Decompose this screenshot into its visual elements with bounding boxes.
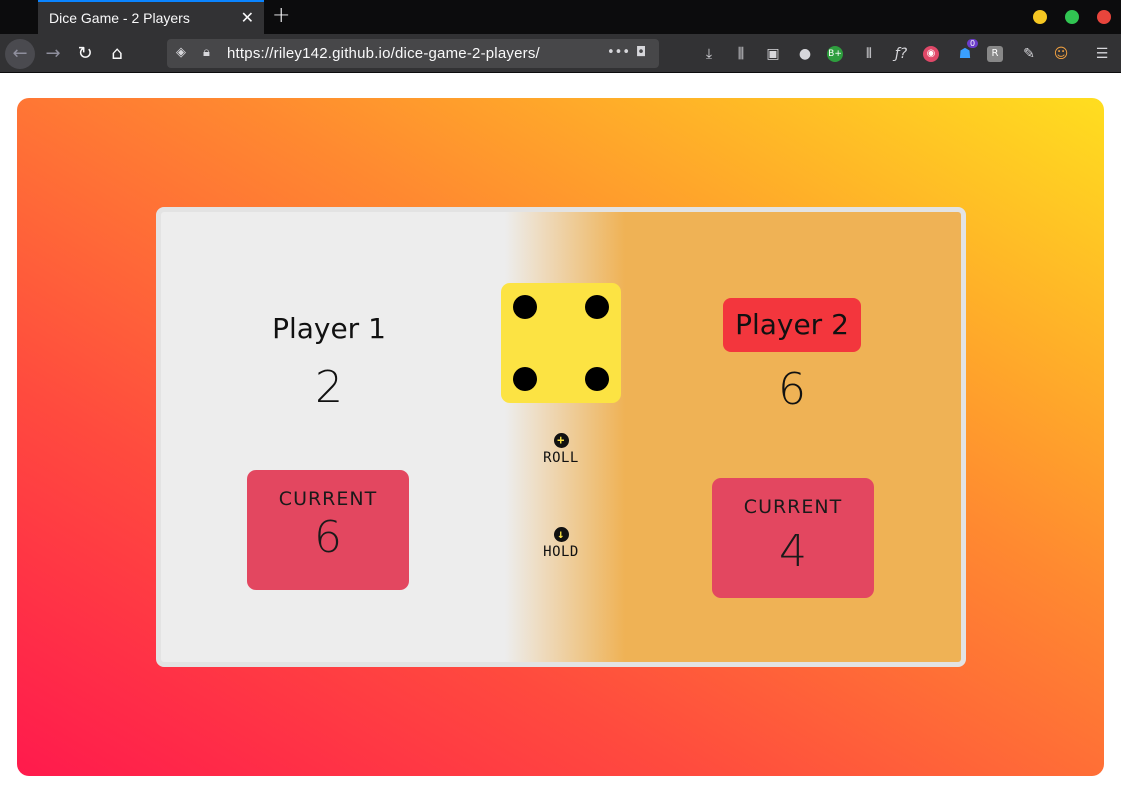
lock-icon[interactable]: 🔒︎: [203, 45, 210, 60]
shield-icon[interactable]: ◈: [176, 45, 186, 60]
menu-icon[interactable]: ☰: [1092, 44, 1112, 64]
forward-button[interactable]: →: [38, 39, 68, 69]
player-1-total-score: 2: [315, 362, 343, 413]
extension-pen-icon[interactable]: ✎: [1019, 44, 1039, 64]
roll-label: ROLL: [543, 450, 579, 466]
download-icon[interactable]: ⤓: [699, 44, 719, 64]
player-2-current-label: CURRENT: [743, 496, 843, 518]
tab-bar: Dice Game - 2 Players ✕ +: [0, 0, 1121, 34]
hold-button[interactable]: ↓ HOLD: [521, 527, 601, 560]
dice-pip: [585, 295, 609, 319]
library-icon[interactable]: ⫼: [731, 44, 751, 64]
game-board: Player 1 2 CURRENT 6 + ROLL ↓ HOLD Playe…: [156, 207, 966, 667]
dice-pip: [513, 295, 537, 319]
dice-pip: [513, 367, 537, 391]
roll-button[interactable]: + ROLL: [521, 433, 601, 466]
home-button[interactable]: ⌂: [102, 39, 132, 69]
player-1-name: Player 1: [272, 312, 386, 345]
arrow-down-circle-icon: ↓: [553, 527, 569, 542]
player-1-current-box: CURRENT 6: [247, 470, 409, 590]
extension-function-icon[interactable]: ƒ?: [891, 44, 911, 64]
extension-b-icon[interactable]: B+: [827, 46, 843, 62]
player-2-current-score: 4: [779, 526, 807, 577]
minimize-button[interactable]: [1033, 10, 1047, 24]
new-tab-icon[interactable]: +: [272, 3, 290, 28]
player-1-current-label: CURRENT: [278, 488, 378, 510]
hold-label: HOLD: [543, 544, 579, 560]
close-tab-icon[interactable]: ✕: [241, 8, 254, 27]
tab-title: Dice Game - 2 Players: [49, 10, 190, 26]
close-window-button[interactable]: [1097, 10, 1111, 24]
extension-r-icon[interactable]: R: [987, 46, 1003, 62]
extension-face-icon[interactable]: ☺: [1051, 44, 1071, 64]
player-2-total-score: 6: [778, 364, 806, 415]
url-text[interactable]: https://riley142.github.io/dice-game-2-p…: [227, 45, 540, 62]
plus-circle-icon: +: [553, 433, 569, 448]
extension-grid-icon[interactable]: ⫴: [859, 44, 879, 64]
reload-button[interactable]: ↻: [70, 39, 100, 69]
account-icon[interactable]: ●: [795, 44, 815, 64]
extension-pink-icon[interactable]: ◉: [923, 46, 939, 62]
url-bar[interactable]: ◈ 🔒︎ https://riley142.github.io/dice-gam…: [167, 39, 659, 68]
page-actions-icon[interactable]: •••: [607, 45, 630, 60]
browser-tab[interactable]: Dice Game - 2 Players ✕: [38, 0, 264, 34]
navigation-bar: ← → ↻ ⌂ ◈ 🔒︎ https://riley142.github.io/…: [0, 34, 1121, 73]
sidebar-icon[interactable]: ▣: [763, 44, 783, 64]
dice-pip: [585, 367, 609, 391]
maximize-button[interactable]: [1065, 10, 1079, 24]
pocket-icon[interactable]: ◘: [636, 45, 646, 60]
back-button[interactable]: ←: [5, 39, 35, 69]
dice: [501, 283, 621, 403]
player-2-current-box: CURRENT 4: [712, 478, 874, 598]
extension-badge: 0: [967, 39, 979, 48]
player-1-current-score: 6: [314, 512, 342, 563]
player-2-name: Player 2: [723, 298, 861, 352]
